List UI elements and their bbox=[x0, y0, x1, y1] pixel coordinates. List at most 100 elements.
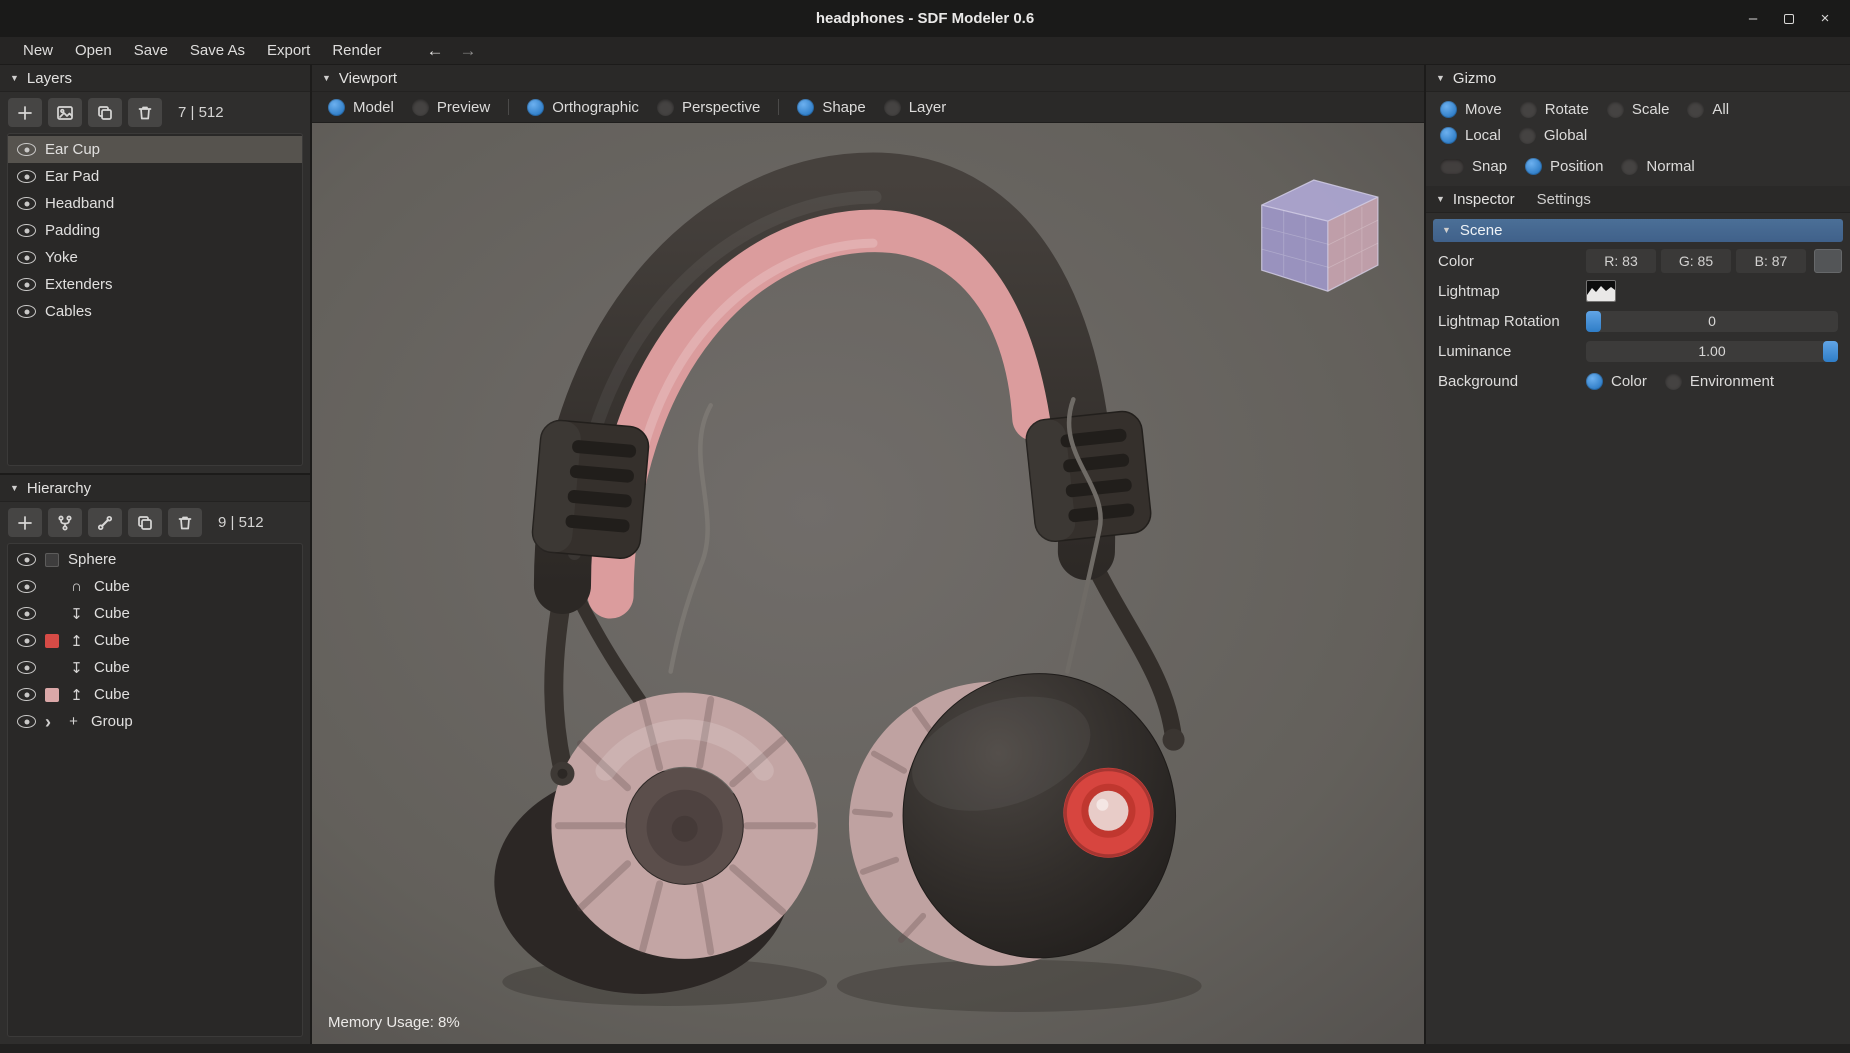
radio-dot bbox=[656, 98, 674, 116]
slider-handle[interactable] bbox=[1823, 340, 1838, 362]
visibility-eye-icon[interactable] bbox=[17, 305, 36, 318]
visibility-eye-icon[interactable] bbox=[17, 634, 36, 647]
close-button[interactable]: × bbox=[1812, 6, 1838, 32]
gizmo-local-radio[interactable]: Local bbox=[1440, 127, 1501, 144]
visibility-eye-icon[interactable] bbox=[17, 661, 36, 674]
color-r-field[interactable]: R: 83 bbox=[1586, 249, 1656, 273]
layer-row-ear-cup[interactable]: Ear Cup bbox=[8, 136, 302, 163]
visibility-eye-icon[interactable] bbox=[17, 278, 36, 291]
headphones-3d-render bbox=[312, 123, 1424, 1044]
layers-header[interactable]: ▼ Layers bbox=[0, 65, 310, 92]
menu-save-as[interactable]: Save As bbox=[179, 40, 256, 61]
snap-toggle[interactable]: Snap bbox=[1440, 158, 1507, 175]
luminance-slider[interactable]: 1.00 bbox=[1586, 340, 1838, 362]
layer-row-padding[interactable]: Padding bbox=[8, 217, 302, 244]
display-shape-radio[interactable]: Shape bbox=[797, 98, 866, 116]
color-g-field[interactable]: G: 85 bbox=[1661, 249, 1731, 273]
minimize-button[interactable]: – bbox=[1740, 6, 1766, 32]
layer-row-yoke[interactable]: Yoke bbox=[8, 244, 302, 271]
viewport-title: Viewport bbox=[338, 69, 398, 87]
gizmo-header[interactable]: ▼ Gizmo bbox=[1426, 65, 1850, 92]
visibility-eye-icon[interactable] bbox=[17, 251, 36, 264]
undo-back-icon[interactable]: ← bbox=[427, 41, 444, 61]
menu-export[interactable]: Export bbox=[256, 40, 321, 61]
snap-normal-radio[interactable]: Normal bbox=[1621, 158, 1695, 175]
op-up-icon: ↥ bbox=[70, 686, 83, 704]
visibility-eye-icon[interactable] bbox=[17, 197, 36, 210]
redo-forward-icon[interactable]: → bbox=[460, 41, 477, 61]
background-environment-radio[interactable]: Environment bbox=[1664, 372, 1774, 390]
visibility-eye-icon[interactable] bbox=[17, 607, 36, 620]
menu-render[interactable]: Render bbox=[321, 40, 392, 61]
radio-label: Scale bbox=[1631, 101, 1670, 118]
visibility-eye-icon[interactable] bbox=[17, 688, 36, 701]
mode-model-radio[interactable]: Model bbox=[328, 98, 394, 116]
node-row-group[interactable]: › + Group bbox=[8, 708, 302, 735]
add-layer-button[interactable] bbox=[8, 98, 42, 127]
hierarchy-header[interactable]: ▼ Hierarchy bbox=[0, 475, 310, 502]
slider-handle[interactable] bbox=[1586, 310, 1601, 332]
mode-preview-radio[interactable]: Preview bbox=[411, 98, 490, 116]
radio-label: Perspective bbox=[681, 98, 761, 116]
menu-save[interactable]: Save bbox=[123, 40, 179, 61]
layer-row-headband[interactable]: Headband bbox=[8, 190, 302, 217]
radio-dot bbox=[1586, 372, 1603, 390]
gizmo-rotate-radio[interactable]: Rotate bbox=[1519, 101, 1589, 118]
nav-cube-gizmo[interactable] bbox=[1261, 179, 1379, 292]
delete-layer-button[interactable] bbox=[128, 98, 162, 127]
lightmap-rotation-slider[interactable]: 0 bbox=[1586, 310, 1838, 332]
node-row-cube-5[interactable]: ↥ Cube bbox=[8, 681, 302, 708]
image-icon bbox=[57, 105, 73, 120]
tab-inspector[interactable]: ▼ Inspector bbox=[1436, 191, 1515, 208]
radio-label: Rotate bbox=[1544, 101, 1589, 118]
tab-settings[interactable]: Settings bbox=[1537, 191, 1591, 208]
collapse-icon: ▼ bbox=[10, 482, 19, 493]
bone-tool-button[interactable] bbox=[88, 508, 122, 537]
gizmo-move-radio[interactable]: Move bbox=[1440, 101, 1502, 118]
delete-node-button[interactable] bbox=[168, 508, 202, 537]
node-row-cube-4[interactable]: ↧ Cube bbox=[8, 654, 302, 681]
color-row: Color R: 83 G: 85 B: 87 bbox=[1426, 246, 1850, 276]
projection-orthographic-radio[interactable]: Orthographic bbox=[527, 98, 639, 116]
visibility-eye-icon[interactable] bbox=[17, 715, 36, 728]
viewport-canvas[interactable]: Memory Usage: 8% bbox=[312, 123, 1424, 1044]
branch-button[interactable] bbox=[48, 508, 82, 537]
layer-row-ear-pad[interactable]: Ear Pad bbox=[8, 163, 302, 190]
node-row-cube-1[interactable]: ∩ Cube bbox=[8, 573, 302, 600]
viewport-header[interactable]: ▼ Viewport bbox=[312, 65, 1424, 92]
hierarchy-toolbar: 9 | 512 bbox=[0, 502, 310, 543]
visibility-eye-icon[interactable] bbox=[17, 553, 36, 566]
layer-image-button[interactable] bbox=[48, 98, 82, 127]
maximize-button[interactable] bbox=[1776, 6, 1802, 32]
node-row-sphere[interactable]: Sphere bbox=[8, 546, 302, 573]
duplicate-layer-button[interactable] bbox=[88, 98, 122, 127]
snap-position-radio[interactable]: Position bbox=[1525, 158, 1603, 175]
projection-perspective-radio[interactable]: Perspective bbox=[656, 98, 761, 116]
node-row-cube-2[interactable]: ↧ Cube bbox=[8, 600, 302, 627]
color-b-field[interactable]: B: 87 bbox=[1736, 249, 1806, 273]
scene-section-header[interactable]: ▼ Scene bbox=[1433, 219, 1843, 242]
radio-dot bbox=[328, 98, 345, 116]
display-layer-radio[interactable]: Layer bbox=[883, 98, 946, 116]
lightmap-thumbnail[interactable] bbox=[1586, 280, 1616, 302]
layer-row-cables[interactable]: Cables bbox=[8, 298, 302, 325]
add-node-button[interactable] bbox=[8, 508, 42, 537]
visibility-eye-icon[interactable] bbox=[17, 580, 36, 593]
expand-icon[interactable]: › bbox=[45, 713, 56, 731]
history-nav: ← → bbox=[427, 41, 477, 61]
visibility-eye-icon[interactable] bbox=[17, 170, 36, 183]
background-color-radio[interactable]: Color bbox=[1586, 372, 1647, 390]
titlebar[interactable]: headphones - SDF Modeler 0.6 – × bbox=[0, 0, 1850, 37]
visibility-eye-icon[interactable] bbox=[17, 224, 36, 237]
menu-new[interactable]: New bbox=[12, 40, 64, 61]
layer-row-extenders[interactable]: Extenders bbox=[8, 271, 302, 298]
branch-icon bbox=[58, 515, 72, 531]
visibility-eye-icon[interactable] bbox=[17, 143, 36, 156]
gizmo-global-radio[interactable]: Global bbox=[1518, 127, 1587, 144]
gizmo-all-radio[interactable]: All bbox=[1687, 101, 1729, 118]
color-preview-swatch[interactable] bbox=[1814, 249, 1842, 273]
gizmo-scale-radio[interactable]: Scale bbox=[1606, 101, 1670, 118]
duplicate-node-button[interactable] bbox=[128, 508, 162, 537]
node-row-cube-3[interactable]: ↥ Cube bbox=[8, 627, 302, 654]
menu-open[interactable]: Open bbox=[64, 40, 123, 61]
